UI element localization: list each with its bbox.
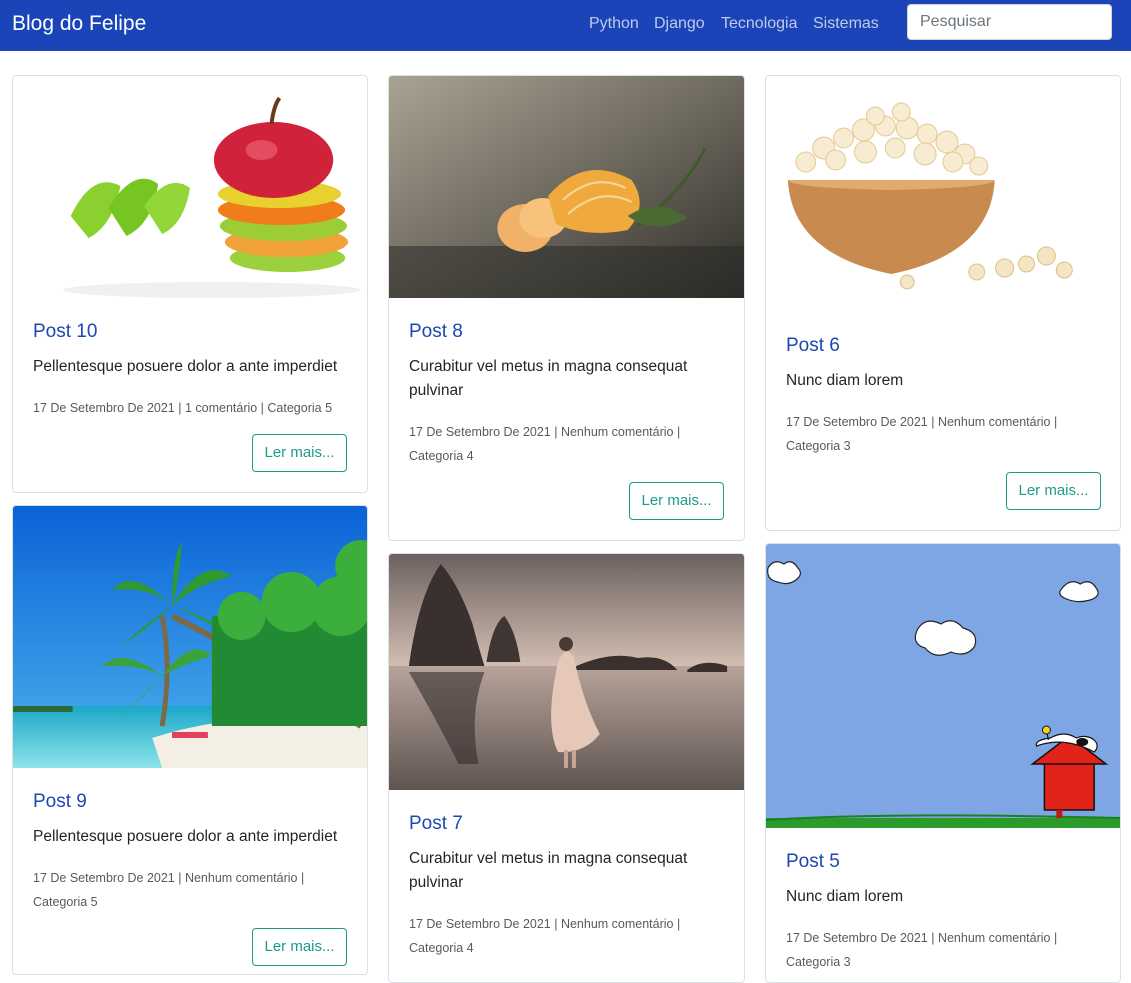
post-image-beach[interactable] (13, 506, 367, 768)
post-meta: 17 De Setembro De 2021 | 1 comentário | … (33, 401, 333, 415)
nav-link-sistemas[interactable]: Sistemas (813, 13, 879, 35)
post-title[interactable]: Post 7 (409, 812, 463, 836)
nav-link-tecnologia[interactable]: Tecnologia (721, 13, 798, 35)
post-card-5: Post 5 Nunc diam lorem 17 De Setembro De… (765, 543, 1121, 983)
nav-link-python[interactable]: Python (589, 13, 639, 35)
post-image-tangerine[interactable] (389, 76, 744, 298)
post-title[interactable]: Post 6 (786, 334, 840, 358)
read-more-button[interactable]: Ler mais... (252, 928, 347, 966)
post-card-8: Post 8 Curabitur vel metus in magna cons… (388, 75, 745, 541)
post-excerpt: Curabitur vel metus in magna consequat p… (409, 850, 688, 891)
read-more-button[interactable]: Ler mais... (1006, 472, 1101, 510)
post-image-popcorn[interactable] (766, 76, 1120, 312)
top-navbar: Blog do Felipe Python Django Tecnologia … (0, 0, 1131, 51)
post-card-10: Post 10 Pellentesque posuere dolor a ant… (12, 75, 368, 493)
post-title[interactable]: Post 8 (409, 320, 463, 344)
post-card-6: Post 6 Nunc diam lorem 17 De Setembro De… (765, 75, 1121, 531)
read-more-button[interactable]: Ler mais... (629, 482, 724, 520)
post-excerpt: Curabitur vel metus in magna consequat p… (409, 358, 688, 399)
post-image-sunset-beach[interactable] (389, 554, 744, 790)
post-card-7: Post 7 Curabitur vel metus in magna cons… (388, 553, 745, 983)
post-excerpt: Pellentesque posuere dolor a ante imperd… (33, 828, 338, 845)
post-image-fruit[interactable] (13, 76, 367, 298)
post-excerpt: Nunc diam lorem (786, 888, 904, 905)
nav-link-django[interactable]: Django (654, 13, 705, 35)
post-excerpt: Nunc diam lorem (786, 372, 904, 389)
post-meta: 17 De Setembro De 2021 | Nenhum comentár… (786, 415, 1058, 453)
post-card-9: Post 9 Pellentesque posuere dolor a ante… (12, 505, 368, 975)
post-meta: 17 De Setembro De 2021 | Nenhum comentár… (409, 917, 681, 955)
search-input[interactable] (907, 4, 1112, 40)
post-meta: 17 De Setembro De 2021 | Nenhum comentár… (409, 425, 681, 463)
post-image-snoopy[interactable] (766, 544, 1120, 828)
post-title[interactable]: Post 10 (33, 320, 97, 344)
post-excerpt: Pellentesque posuere dolor a ante imperd… (33, 358, 338, 375)
post-title[interactable]: Post 9 (33, 790, 87, 814)
post-title[interactable]: Post 5 (786, 850, 840, 874)
post-meta: 17 De Setembro De 2021 | Nenhum comentár… (786, 931, 1058, 969)
read-more-button[interactable]: Ler mais... (252, 434, 347, 472)
brand-logo[interactable]: Blog do Felipe (12, 11, 146, 37)
post-meta: 17 De Setembro De 2021 | Nenhum comentár… (33, 871, 305, 909)
